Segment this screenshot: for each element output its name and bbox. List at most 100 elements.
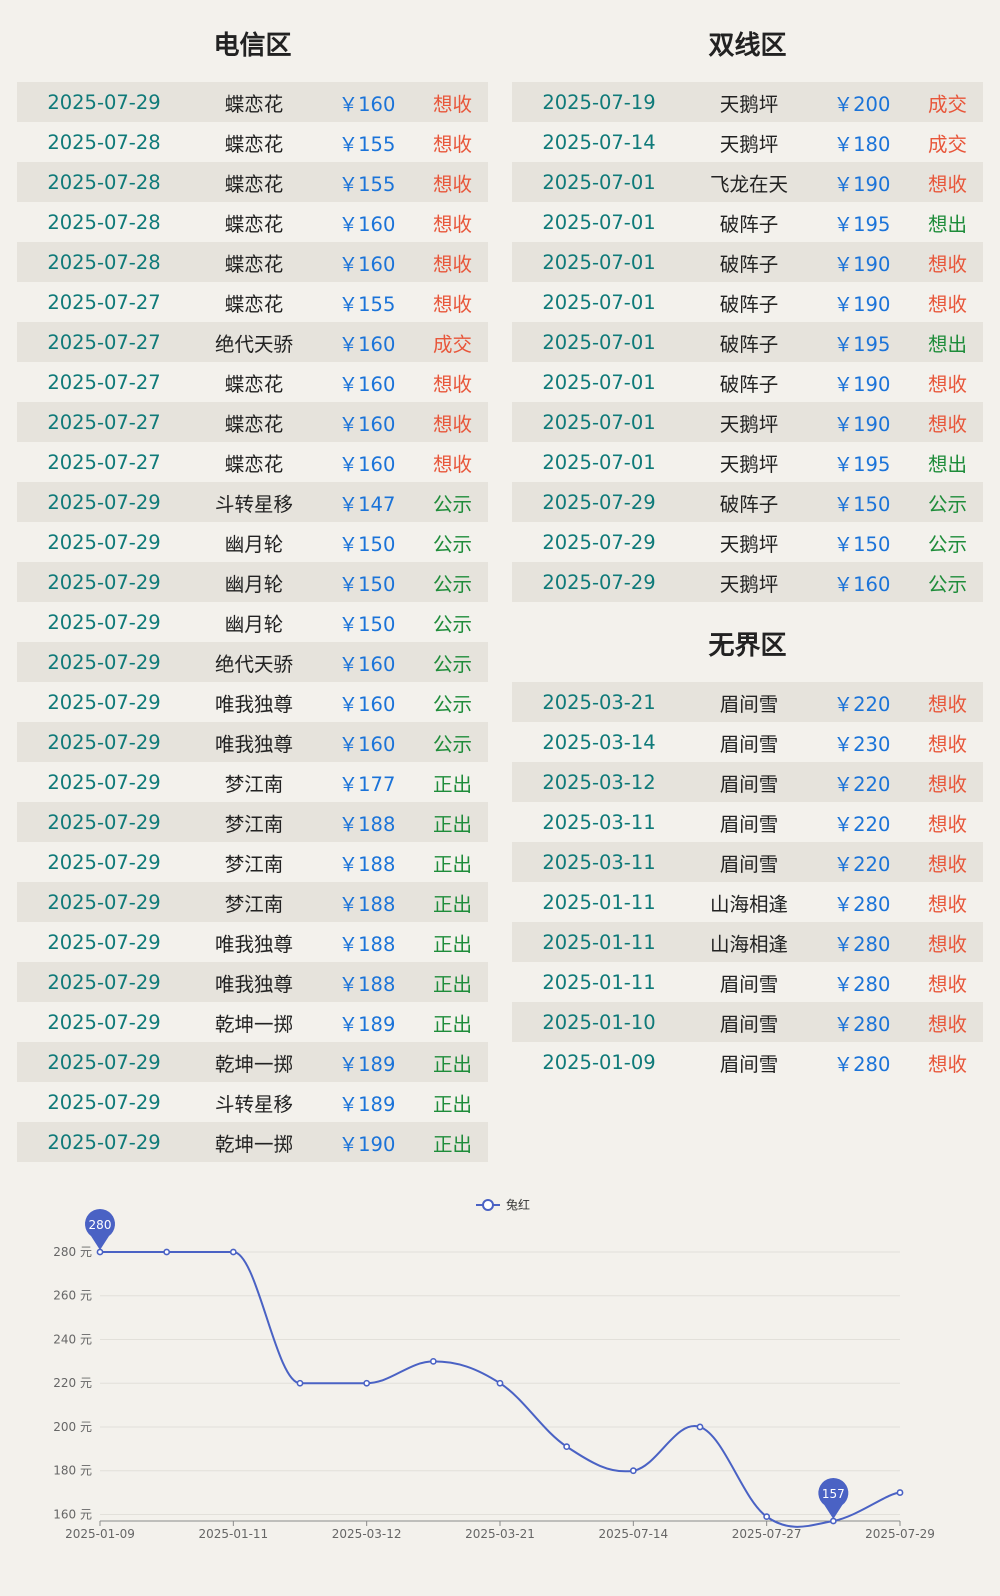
y-tick-label: 160 元	[53, 1507, 92, 1521]
table-row: 2025-07-01 飞龙在天 ￥190 想收	[512, 162, 983, 202]
row-price: ￥160	[338, 412, 396, 436]
row-date: 2025-07-01	[542, 370, 656, 394]
row-item-name: 眉间雪	[719, 732, 779, 756]
row-price: ￥160	[338, 332, 396, 356]
row-price: ￥147	[338, 492, 396, 516]
row-date: 2025-07-29	[47, 570, 161, 594]
row-item-name: 破阵子	[719, 332, 779, 356]
row-price: ￥280	[833, 932, 891, 956]
table-row: 2025-07-01 破阵子 ￥195 想出	[512, 202, 983, 242]
row-price: ￥220	[833, 692, 891, 716]
row-price: ￥190	[338, 1132, 396, 1156]
row-date: 2025-07-19	[542, 90, 656, 114]
row-status: 正出	[432, 1052, 472, 1076]
row-item-name: 蝶恋花	[224, 212, 284, 236]
row-date: 2025-03-14	[542, 730, 656, 754]
row-date: 2025-07-29	[47, 730, 161, 754]
row-status: 正出	[432, 932, 472, 956]
price-chart-svg: 160 元 180 元 200 元 220 元 240 元 260 元 280 元 2025-…	[53, 1197, 935, 1541]
row-date: 2025-03-11	[542, 850, 656, 874]
row-item-name: 天鹅坪	[719, 132, 779, 156]
row-date: 2025-03-12	[542, 770, 656, 794]
table-row: 2025-07-29 天鹅坪 ￥160 公示	[512, 562, 983, 602]
row-price: ￥150	[338, 532, 396, 556]
row-status: 公示	[432, 612, 472, 636]
row-price: ￥160	[338, 732, 396, 756]
row-date: 2025-07-29	[47, 90, 161, 114]
x-tick-label: 2025-07-14	[598, 1527, 668, 1541]
data-point	[896, 1489, 904, 1496]
table-row: 2025-07-27 蝶恋花 ￥160 想收	[17, 362, 488, 402]
row-price: ￥280	[833, 1052, 891, 1076]
table-row: 2025-07-01 破阵子 ￥190 想收	[512, 282, 983, 322]
x-tick-label: 2025-01-11	[198, 1527, 268, 1541]
y-tick-label: 180 元	[53, 1464, 92, 1478]
boundless-table: 2025-03-21 眉间雪 ￥220 想收 2025-03-14 眉间雪 ￥230 想收 20…	[512, 682, 983, 1082]
row-date: 2025-07-29	[47, 610, 161, 634]
row-price: ￥190	[833, 172, 891, 196]
table-row: 2025-07-27 蝶恋花 ￥155 想收	[17, 282, 488, 322]
row-status: 想收	[927, 732, 967, 756]
telecom-panel: 电信区 2025-07-29 蝶恋花 ￥160 想收 2025-07-28 蝶恋花 ￥155…	[17, 20, 488, 1162]
row-date: 2025-07-27	[47, 330, 161, 354]
min-marker-label: 157	[822, 1487, 845, 1501]
row-item-name: 唯我独尊	[214, 972, 293, 996]
table-row: 2025-07-29 幽月轮 ￥150 公示	[17, 602, 488, 642]
data-point	[496, 1379, 504, 1387]
row-date: 2025-01-11	[542, 890, 656, 914]
table-row: 2025-03-12 眉间雪 ￥220 想收	[512, 762, 983, 802]
row-date: 2025-07-29	[47, 770, 161, 794]
row-date: 2025-07-14	[542, 130, 656, 154]
row-price: ￥190	[833, 372, 891, 396]
row-date: 2025-07-28	[47, 130, 161, 154]
data-point	[563, 1443, 571, 1451]
row-date: 2025-07-29	[47, 1130, 161, 1154]
row-date: 2025-07-01	[542, 410, 656, 434]
row-status: 想收	[927, 892, 967, 916]
row-price: ￥280	[833, 1012, 891, 1036]
row-date: 2025-07-29	[47, 690, 161, 714]
x-tick-label: 2025-07-29	[865, 1527, 935, 1541]
row-status: 想收	[927, 372, 967, 396]
row-price: ￥150	[833, 532, 891, 556]
row-item-name: 破阵子	[719, 492, 779, 516]
row-price: ￥160	[338, 452, 396, 476]
row-date: 2025-07-29	[47, 490, 161, 514]
table-row: 2025-07-27 蝶恋花 ￥160 想收	[17, 402, 488, 442]
table-row: 2025-07-29 幽月轮 ￥150 公示	[17, 562, 488, 602]
table-row: 2025-07-29 乾坤一掷 ￥189 正出	[17, 1002, 488, 1042]
row-date: 2025-07-27	[47, 410, 161, 434]
row-item-name: 眉间雪	[719, 852, 779, 876]
row-date: 2025-07-01	[542, 330, 656, 354]
data-point	[429, 1357, 437, 1365]
row-status: 想出	[927, 212, 967, 236]
legend-marker	[482, 1199, 494, 1211]
row-price: ￥160	[338, 212, 396, 236]
row-date: 2025-07-27	[47, 370, 161, 394]
row-price: ￥160	[338, 252, 396, 276]
table-row: 2025-03-21 眉间雪 ￥220 想收	[512, 682, 983, 722]
x-tick-label: 2025-01-09	[65, 1527, 135, 1541]
row-date: 2025-07-29	[542, 530, 656, 554]
row-status: 公示	[432, 732, 472, 756]
row-date: 2025-03-21	[542, 690, 656, 714]
row-price: ￥150	[833, 492, 891, 516]
row-price: ￥200	[833, 92, 891, 116]
row-price: ￥180	[833, 132, 891, 156]
row-date: 2025-07-29	[47, 650, 161, 674]
row-status: 想收	[432, 292, 472, 316]
row-price: ￥190	[833, 252, 891, 276]
row-status: 想收	[927, 412, 967, 436]
row-item-name: 破阵子	[719, 292, 779, 316]
row-item-name: 蝶恋花	[224, 452, 284, 476]
row-price: ￥195	[833, 452, 891, 476]
row-status: 想收	[927, 1052, 967, 1076]
row-status: 公示	[432, 572, 472, 596]
table-row: 2025-07-29 乾坤一掷 ￥189 正出	[17, 1042, 488, 1082]
row-status: 想收	[432, 452, 472, 476]
row-status: 公示	[927, 492, 967, 516]
row-status: 想出	[927, 332, 967, 356]
row-item-name: 梦江南	[224, 772, 284, 796]
data-point	[296, 1379, 304, 1387]
row-item-name: 眉间雪	[719, 972, 779, 996]
